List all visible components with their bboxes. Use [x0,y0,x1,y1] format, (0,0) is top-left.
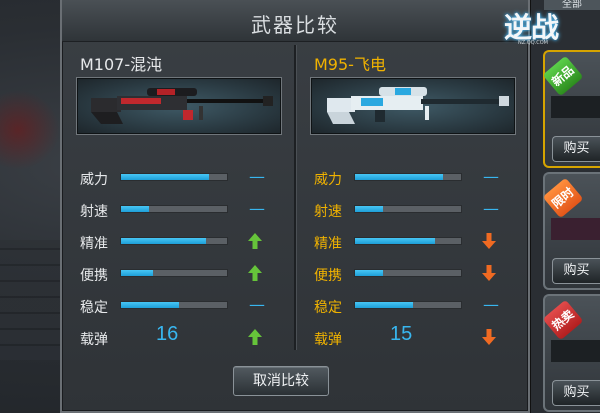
stat-row-ammo: 载弹 16 [70,323,302,349]
arrow-down-icon [482,233,496,249]
stat-label: 稳定 [80,300,108,316]
stat-label: 便携 [314,268,342,284]
dialog-title-bar: 武器比较 [62,0,528,42]
stat-bar [354,173,462,181]
shop-card-limited[interactable]: 限时 购买 [542,172,600,290]
stat-row-stability: 稳定 — [70,295,302,317]
stat-bar-fill [121,206,149,212]
stat-bar-fill [355,238,435,244]
stat-row-accuracy: 精准 [70,231,302,253]
arrow-up-icon [248,329,262,345]
stat-row-accuracy: 精准 [304,231,536,253]
weapon-image-left [76,77,282,135]
stat-bar-fill [121,270,153,276]
compare-same-icon: — [483,295,499,314]
stat-bar [354,301,462,309]
weapon-image-right [310,77,516,135]
ribbon-new: 新品 [542,55,584,97]
stat-row-fire-rate: 射速 — [70,199,302,221]
stat-bar [354,237,462,245]
weapon-name-right: M95-飞电 [314,55,386,74]
dialog-title: 武器比较 [251,13,339,37]
background-stain [0,90,60,170]
stat-label: 稳定 [314,300,342,316]
stat-label: 精准 [80,236,108,252]
stat-label: 威力 [314,172,342,188]
sniper-rifle-red-icon [91,88,273,124]
stat-label: 射速 [314,204,342,220]
stat-bar [120,205,228,213]
stat-bar [120,301,228,309]
stat-bar [354,269,462,277]
buy-button[interactable]: 购买 [552,258,600,284]
ammo-value: 16 [156,323,179,345]
stat-label: 载弹 [314,332,342,348]
compare-same-icon: — [483,167,499,186]
stat-bar [120,237,228,245]
stat-label: 载弹 [80,332,108,348]
weapon-name-left: M107-混沌 [80,55,163,74]
stat-row-portability: 便携 [304,263,536,285]
stat-row-portability: 便携 [70,263,302,285]
stat-bar-fill [121,238,206,244]
stat-row-fire-rate: 射速 — [304,199,536,221]
sniper-rifle-blue-icon [327,87,509,124]
background-brick [0,240,62,360]
stat-bar-fill [355,206,383,212]
weapon-thumbnail [551,218,600,240]
stat-bar [120,269,228,277]
weapon-thumbnail [551,96,600,118]
stat-label: 便携 [80,268,108,284]
weapon-compare-dialog: 武器比较 M107-混沌 威力 — 射速 — 精准 便携 稳定 — 载弹 16 … [60,0,530,413]
stat-bar-fill [121,302,180,308]
weapon-thumbnail [551,340,600,362]
stat-bar [354,205,462,213]
ribbon-limited: 限时 [542,177,584,219]
shop-card-hot[interactable]: 热卖 购买 [542,294,600,412]
ribbon-hot: 热卖 [542,299,584,341]
stat-label: 威力 [80,172,108,188]
arrow-up-icon [248,265,262,281]
arrow-down-icon [482,329,496,345]
compare-same-icon: — [249,295,265,314]
arrow-down-icon [482,265,496,281]
logo-subtext: NZ.QQ.COM [518,40,548,46]
compare-same-icon: — [249,167,265,186]
ammo-value: 15 [390,323,413,345]
stat-bar-fill [355,270,383,276]
stat-bar-fill [355,302,414,308]
arrow-up-icon [248,233,262,249]
shop-card-new[interactable]: 新品 购买 [542,50,600,168]
stat-row-power: 威力 — [304,167,536,189]
stat-row-stability: 稳定 — [304,295,536,317]
stat-bar-fill [121,174,209,180]
cancel-compare-button[interactable]: 取消比较 [233,366,329,396]
stat-row-power: 威力 — [70,167,302,189]
game-logo: 全部 逆战 NZ.QQ.COM [478,0,600,56]
stat-bar [120,173,228,181]
stat-label: 精准 [314,236,342,252]
buy-button[interactable]: 购买 [552,380,600,406]
stat-row-ammo: 载弹 15 [304,323,536,349]
stat-bar-fill [355,174,443,180]
stat-label: 射速 [80,204,108,220]
compare-same-icon: — [483,199,499,218]
compare-same-icon: — [249,199,265,218]
buy-button[interactable]: 购买 [552,136,600,162]
